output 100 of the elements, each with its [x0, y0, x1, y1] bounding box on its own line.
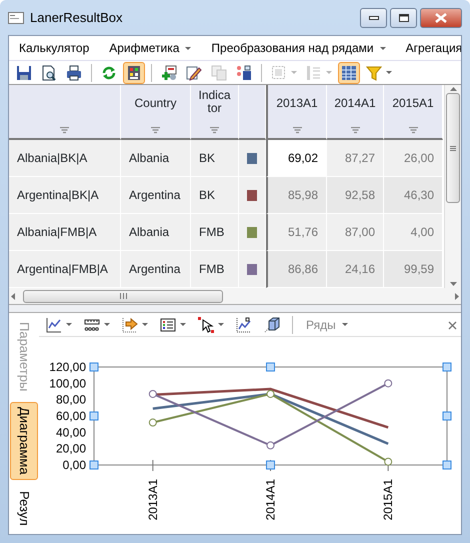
- side-tab[interactable]: Диаграмма: [10, 402, 38, 480]
- close-icon: [448, 320, 457, 330]
- add-report-icon: [161, 64, 177, 80]
- caret-icon: [380, 46, 386, 50]
- table-cell: Albania|BK|A: [9, 140, 121, 177]
- column-header[interactable]: Country: [121, 85, 191, 140]
- dashed-frame-icon: [271, 64, 287, 80]
- chart-icon: [236, 316, 252, 332]
- column-header[interactable]: [239, 85, 266, 140]
- y-tick-label: 40,00: [56, 425, 86, 440]
- selection-handle[interactable]: [90, 362, 98, 372]
- down-arrow-icon: [450, 282, 456, 286]
- scale-icon: [306, 64, 322, 80]
- column-header[interactable]: [9, 85, 121, 140]
- table-cell[interactable]: 26,00: [384, 140, 443, 177]
- caret-icon: [326, 71, 332, 74]
- grip-icon: [450, 146, 456, 150]
- column-label: Indica tor: [197, 89, 232, 115]
- y-tick-label: 120,00: [49, 360, 86, 374]
- table-cell[interactable]: 99,59: [384, 251, 443, 288]
- caret-icon: [104, 323, 110, 326]
- filter-icon: [60, 127, 69, 134]
- caret-icon: [180, 323, 186, 326]
- filter-icon: [151, 127, 160, 134]
- table-icon: [341, 64, 357, 80]
- menu-item[interactable]: Преобразования над рядами: [201, 39, 396, 57]
- vertical-scrollbar[interactable]: [444, 85, 461, 288]
- table-cell: FMB: [191, 251, 239, 288]
- y-tick-label: 20,00: [56, 442, 86, 456]
- table-cell: Argentina|BK|A: [9, 177, 121, 214]
- side-tab[interactable]: Параметры: [10, 317, 38, 396]
- x-tick-label: 2013A1: [146, 479, 160, 520]
- table-cell[interactable]: 85,98: [266, 177, 327, 214]
- selection-handle[interactable]: [442, 412, 452, 420]
- table-button[interactable]: [338, 62, 360, 84]
- ruler-icon: [84, 316, 100, 332]
- table-cell[interactable]: 46,30: [384, 177, 443, 214]
- side-tab[interactable]: Резул: [10, 486, 38, 531]
- column-label: 2014A1: [334, 97, 376, 110]
- calculator-button[interactable]: [123, 62, 145, 84]
- arrow-icon: [122, 316, 138, 332]
- table-cell[interactable]: 87,27: [327, 140, 384, 177]
- line-chart-icon: [46, 316, 62, 332]
- y-tick-label: 60,00: [56, 409, 86, 423]
- caret-icon: [142, 323, 148, 326]
- close-button[interactable]: [420, 8, 462, 28]
- funnel-icon: [366, 64, 382, 80]
- table-cell[interactable]: 92,58: [327, 177, 384, 214]
- y-tick-label: 0,00: [62, 458, 86, 472]
- menu-item[interactable]: Арифметика: [99, 39, 202, 57]
- filter-icon: [210, 127, 219, 134]
- minimize-icon: [368, 16, 378, 20]
- table-cell: Argentina: [121, 177, 191, 214]
- calculator-icon: [126, 64, 142, 80]
- selection-handle[interactable]: [442, 362, 452, 372]
- refresh-icon: [101, 64, 117, 80]
- table-cell[interactable]: 4,00: [384, 214, 443, 251]
- filter-icon: [350, 127, 360, 134]
- table-cell: Argentina: [121, 251, 191, 288]
- maximize-icon: [398, 14, 408, 22]
- right-arrow-icon: [455, 292, 459, 300]
- column-header[interactable]: 2013A1: [266, 85, 327, 140]
- filter-icon: [408, 127, 418, 134]
- horizontal-scrollbar[interactable]: [9, 288, 461, 304]
- caret-icon: [342, 323, 348, 326]
- table-cell[interactable]: 24,16: [327, 251, 384, 288]
- copy-icon: [211, 64, 227, 80]
- cursor-icon: [198, 316, 214, 332]
- selection-handle[interactable]: [90, 412, 98, 420]
- table-cell[interactable]: 87,00: [327, 214, 384, 251]
- left-arrow-icon: [11, 292, 15, 300]
- filter-icon: [292, 127, 302, 134]
- table-cell: BK: [191, 177, 239, 214]
- column-header[interactable]: 2014A1: [327, 85, 384, 140]
- menu-item[interactable]: Калькулятор: [9, 39, 100, 57]
- legend-icon: [160, 316, 176, 332]
- y-tick-label: 80,00: [56, 392, 86, 407]
- selection-handle[interactable]: [266, 362, 275, 372]
- column-header[interactable]: Indica tor: [191, 85, 239, 140]
- caret-icon: [218, 323, 224, 326]
- grip-icon: [120, 293, 126, 300]
- column-header[interactable]: 2015A1: [384, 85, 443, 140]
- caret-icon: [291, 71, 297, 74]
- column-label: 2015A1: [392, 97, 434, 110]
- menu-item[interactable]: Агрегация: [396, 39, 461, 57]
- table-cell[interactable]: 86,86: [266, 251, 327, 288]
- table-cell: BK: [191, 140, 239, 177]
- page-magnifier-icon: [41, 64, 57, 80]
- selection-handle[interactable]: [90, 460, 98, 470]
- selection-handle[interactable]: [266, 460, 275, 470]
- caret-icon: [386, 71, 392, 74]
- cube-icon: [264, 316, 280, 332]
- printer-icon: [66, 64, 82, 80]
- selection-handle[interactable]: [442, 460, 452, 470]
- table-cell[interactable]: 51,76: [266, 214, 327, 251]
- save-icon: [16, 64, 32, 80]
- x-tick-label: 2014A1: [264, 479, 278, 520]
- minimize-button[interactable]: [360, 8, 387, 28]
- column-label: Country: [134, 97, 177, 110]
- maximize-button[interactable]: [390, 8, 417, 28]
